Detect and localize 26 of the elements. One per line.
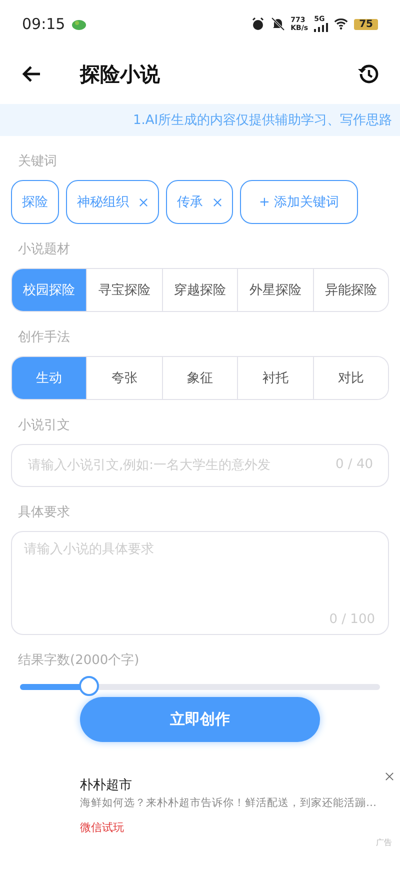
wifi-icon [334, 17, 348, 31]
ad-tag: 广告 [376, 837, 392, 848]
section-label: 小说题材 [18, 241, 71, 258]
ad-title: 朴朴超市 [80, 777, 133, 794]
technique-option[interactable]: 对比 [312, 357, 388, 399]
genre-option[interactable]: 异能探险 [312, 269, 388, 311]
section-label: 结果字数(2000个字) [18, 652, 140, 669]
signal-icon [314, 23, 328, 32]
history-icon[interactable] [356, 62, 380, 86]
remove-icon[interactable] [213, 198, 222, 206]
battery-indicator: 75 [354, 18, 378, 30]
alarm-icon [250, 17, 265, 31]
notice-banner: 1.AI所生成的内容仅提供辅助学习、写作思路 [0, 104, 400, 136]
remove-icon[interactable] [139, 198, 148, 206]
ad-description: 海鲜如何选？来朴朴超市告诉你！鲜活配送，到家还能活蹦… [80, 796, 378, 810]
section-label: 小说引文 [18, 417, 71, 434]
status-time: 09:15 [22, 15, 66, 33]
section-label: 关键词 [18, 153, 58, 170]
close-icon[interactable] [385, 772, 394, 781]
slider-thumb[interactable] [79, 676, 100, 696]
ad-action-link[interactable]: 微信试玩 [80, 820, 380, 835]
app-icon [71, 18, 88, 30]
section-label: 具体要求 [18, 504, 71, 521]
section-label: 创作手法 [18, 329, 71, 346]
muted-bell-icon [270, 17, 285, 31]
page-title: 探险小说 [80, 60, 160, 88]
